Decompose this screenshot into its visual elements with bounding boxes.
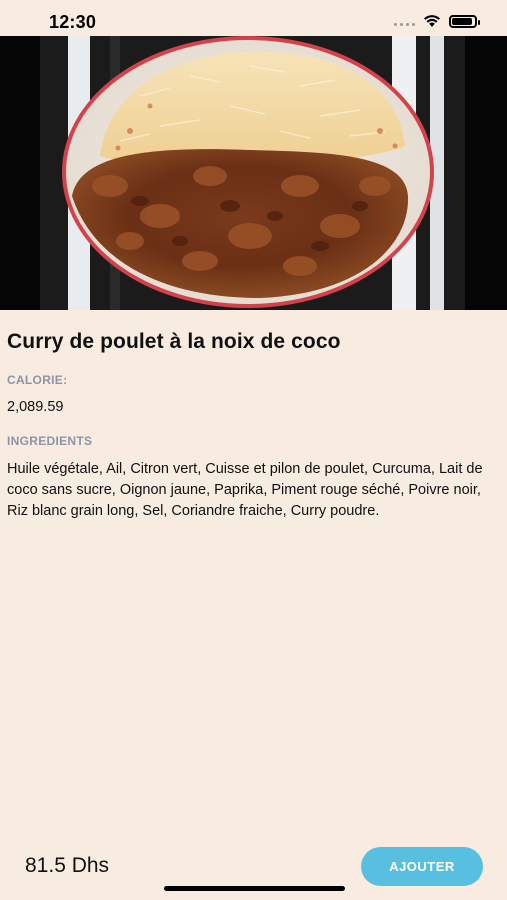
status-icons xyxy=(394,14,480,28)
calorie-label: CALORIE: xyxy=(7,373,68,387)
status-bar: 12:30 xyxy=(0,0,507,36)
ingredients-list: Huile végétale, Ail, Citron vert, Cuisse… xyxy=(7,461,483,519)
price: 81.5 Dhs xyxy=(25,854,110,877)
wifi-icon xyxy=(424,15,440,27)
calorie-value: 2,089.59 xyxy=(7,399,64,415)
ingredients-label: INGREDIENTS xyxy=(7,434,93,448)
battery-level xyxy=(452,17,472,25)
dish-title: Curry de poulet à la noix de coco xyxy=(7,330,341,353)
cellular-icon xyxy=(394,16,415,26)
add-to-cart-button[interactable]: AJOUTER xyxy=(361,847,483,886)
home-indicator[interactable] xyxy=(164,886,345,891)
product-detail-screen: 12:30 Curry de poulet à la noix de coco … xyxy=(0,0,507,900)
status-time: 12:30 xyxy=(49,12,97,32)
battery-icon xyxy=(449,14,480,28)
dish-photo xyxy=(0,36,507,310)
